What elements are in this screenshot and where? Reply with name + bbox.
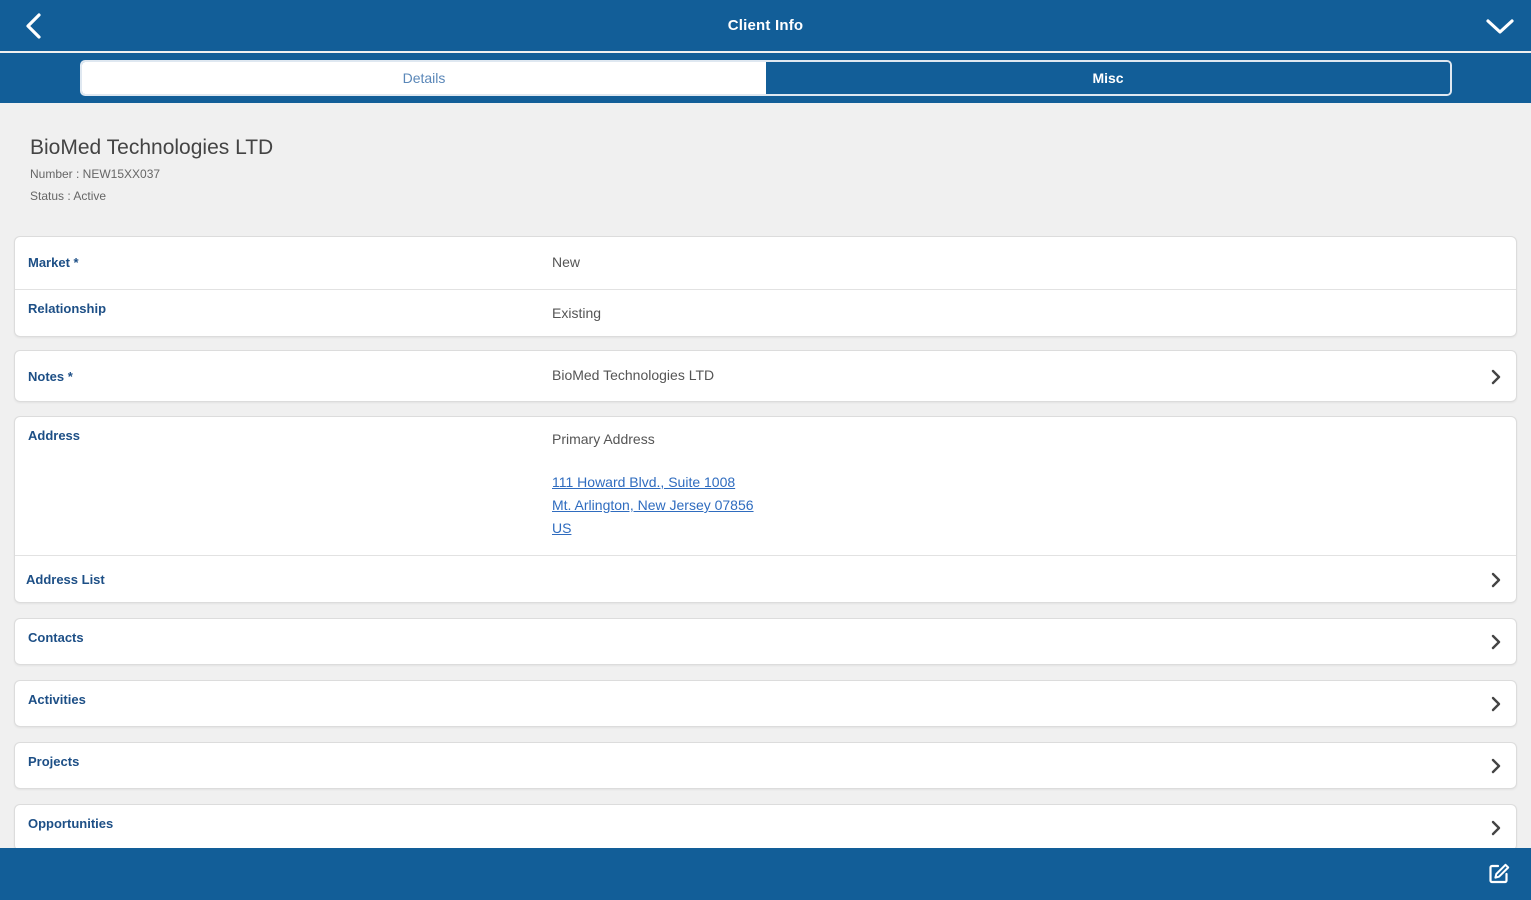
opportunities-card: Opportunities <box>14 804 1517 851</box>
market-label: Market * <box>28 255 79 270</box>
address-block: Primary Address 111 Howard Blvd., Suite … <box>552 431 754 540</box>
client-header: BioMed Technologies LTD Number : NEW15XX… <box>30 136 273 204</box>
bottom-bar <box>0 848 1531 900</box>
edit-icon <box>1489 863 1510 884</box>
contacts-label: Contacts <box>28 630 84 645</box>
market-relationship-card: Market * New Relationship Existing <box>14 236 1517 337</box>
chevron-right-icon <box>1488 634 1504 650</box>
projects-row[interactable]: Projects <box>15 743 1516 788</box>
activities-label: Activities <box>28 692 86 707</box>
market-row[interactable]: Market * New <box>15 237 1516 289</box>
address-line-1-link[interactable]: 111 Howard Blvd., Suite 1008 <box>552 471 754 494</box>
chevron-right-icon <box>1488 696 1504 712</box>
segmented-control: Details Misc <box>80 60 1452 96</box>
notes-card: Notes * BioMed Technologies LTD <box>14 350 1517 402</box>
notes-row[interactable]: Notes * BioMed Technologies LTD <box>15 351 1516 401</box>
chevron-right-icon <box>1488 369 1504 385</box>
market-value: New <box>552 254 581 270</box>
address-label: Address <box>28 428 81 443</box>
chevron-left-icon <box>26 13 41 39</box>
chevron-down-icon <box>1486 19 1514 34</box>
relationship-row[interactable]: Relationship Existing <box>15 289 1516 337</box>
notes-label: Notes * <box>28 369 73 384</box>
chevron-right-icon <box>1488 572 1504 588</box>
opportunities-row[interactable]: Opportunities <box>15 805 1516 850</box>
tab-details[interactable]: Details <box>82 62 766 94</box>
client-status: Status : Active <box>30 189 107 203</box>
address-card: Address Primary Address 111 Howard Blvd.… <box>14 416 1517 603</box>
address-row: Address Primary Address 111 Howard Blvd.… <box>15 417 1516 555</box>
activities-row[interactable]: Activities <box>15 681 1516 726</box>
address-list-row[interactable]: Address List <box>15 555 1516 602</box>
address-list-label: Address List <box>26 572 105 587</box>
chevron-right-icon <box>1488 758 1504 774</box>
back-button[interactable] <box>18 10 50 42</box>
activities-card: Activities <box>14 680 1517 727</box>
contacts-row[interactable]: Contacts <box>15 619 1516 664</box>
projects-label: Projects <box>28 754 80 769</box>
contacts-card: Contacts <box>14 618 1517 665</box>
tab-misc[interactable]: Misc <box>766 62 1450 94</box>
page-title: Client Info <box>727 17 804 34</box>
address-type: Primary Address <box>552 431 655 447</box>
chevron-right-icon <box>1488 820 1504 836</box>
opportunities-label: Opportunities <box>28 816 114 831</box>
client-number: Number : NEW15XX037 <box>30 167 161 181</box>
relationship-value: Existing <box>552 305 602 321</box>
address-line-2-link[interactable]: Mt. Arlington, New Jersey 07856 <box>552 494 754 517</box>
tab-bar: Details Misc <box>0 53 1531 103</box>
edit-button[interactable] <box>1485 860 1513 888</box>
projects-card: Projects <box>14 742 1517 789</box>
client-name: BioMed Technologies LTD <box>30 136 274 159</box>
notes-value: BioMed Technologies LTD <box>552 367 715 383</box>
top-bar: Client Info <box>0 0 1531 51</box>
relationship-label: Relationship <box>28 301 107 316</box>
address-line-3-link[interactable]: US <box>552 517 754 540</box>
collapse-button[interactable] <box>1483 12 1517 42</box>
